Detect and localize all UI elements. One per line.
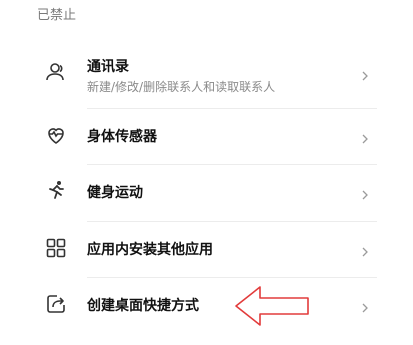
chevron-right-icon	[359, 243, 371, 257]
chevron-right-icon	[359, 299, 371, 313]
permission-subtitle: 新建/修改/删除联系人和读取联系人	[87, 80, 276, 94]
divider	[87, 221, 377, 222]
chevron-right-icon	[359, 130, 371, 144]
chevron-right-icon	[359, 186, 371, 200]
permission-row-install-apps[interactable]: 应用内安装其他应用	[0, 226, 413, 274]
annotation-arrow-icon	[235, 286, 309, 326]
apps-grid-icon	[44, 236, 68, 260]
permission-title: 创建桌面快捷方式	[87, 298, 199, 314]
permission-title: 身体传感器	[87, 129, 157, 145]
permission-row-body-sensors[interactable]: 身体传感器	[0, 113, 413, 161]
running-icon	[44, 179, 68, 203]
permission-title: 应用内安装其他应用	[87, 242, 213, 258]
chevron-right-icon	[359, 67, 371, 81]
divider	[87, 108, 377, 109]
divider	[87, 164, 377, 165]
permission-row-shortcut[interactable]: 创建桌面快捷方式	[0, 282, 413, 330]
shortcut-icon	[44, 292, 68, 316]
permission-row-fitness[interactable]: 健身运动	[0, 169, 413, 217]
permission-row-contacts[interactable]: 通讯录 新建/修改/删除联系人和读取联系人	[0, 50, 413, 106]
permission-title: 健身运动	[87, 185, 143, 201]
permission-title: 通讯录	[87, 59, 129, 75]
heart-rate-icon	[44, 123, 68, 147]
contacts-icon	[44, 60, 68, 84]
divider	[87, 277, 377, 278]
section-header: 已禁止	[37, 8, 77, 23]
